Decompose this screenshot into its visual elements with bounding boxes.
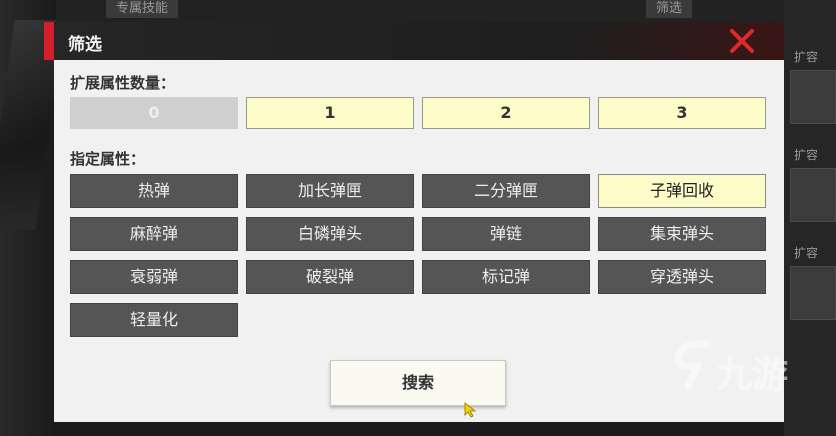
- jiuyou-logo-icon: [675, 340, 710, 390]
- count-option-0[interactable]: 0: [70, 97, 238, 129]
- background-label: 扩容: [794, 246, 819, 260]
- watermark: 九游: [668, 340, 798, 400]
- background-label: 扩容: [794, 50, 819, 64]
- attr-button[interactable]: 二分弹匣: [422, 174, 590, 208]
- watermark-text: 九游: [716, 355, 789, 396]
- dialog-title: 筛选: [68, 35, 102, 55]
- background-slot: [790, 266, 836, 320]
- attr-button[interactable]: 破裂弹: [246, 260, 414, 294]
- attr-button[interactable]: 标记弹: [422, 260, 590, 294]
- attr-button[interactable]: 衰弱弹: [70, 260, 238, 294]
- search-button[interactable]: 搜索: [330, 360, 506, 406]
- count-option-2[interactable]: 2: [422, 97, 590, 129]
- count-option-1[interactable]: 1: [246, 97, 414, 129]
- background-tab: 筛选: [646, 0, 693, 18]
- background-slot: [790, 70, 836, 124]
- close-x-icon: [730, 29, 754, 53]
- attr-button[interactable]: 白磷弹头: [246, 217, 414, 251]
- attr-button[interactable]: 穿透弹头: [598, 260, 766, 294]
- count-option-3[interactable]: 3: [598, 97, 766, 129]
- attr-button[interactable]: 弹链: [422, 217, 590, 251]
- attr-button-selected[interactable]: 子弹回收: [598, 174, 766, 208]
- attr-button[interactable]: 热弹: [70, 174, 238, 208]
- background-tab: 专属技能: [106, 0, 179, 18]
- attr-button[interactable]: 麻醉弹: [70, 217, 238, 251]
- attribute-label: 指定属性：: [70, 150, 146, 168]
- attr-button[interactable]: 加长弹匣: [246, 174, 414, 208]
- expand-count-label: 扩展属性数量：: [70, 74, 176, 92]
- pointer-cursor-icon: [464, 402, 477, 418]
- attr-button[interactable]: 轻量化: [70, 303, 238, 337]
- background-label: 扩容: [794, 148, 819, 162]
- background-slot: [790, 168, 836, 222]
- dialog-header: 筛选: [44, 22, 784, 60]
- close-button[interactable]: [728, 28, 756, 54]
- attr-button[interactable]: 集束弹头: [598, 217, 766, 251]
- header-accent: [44, 22, 54, 60]
